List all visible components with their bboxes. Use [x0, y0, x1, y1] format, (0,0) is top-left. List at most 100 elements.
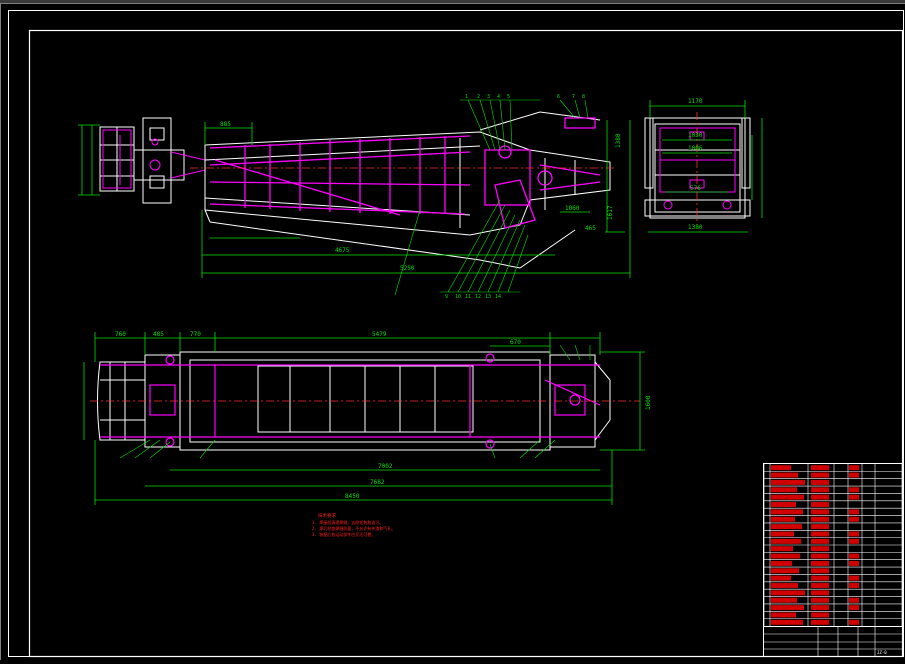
svg-text:13: 13: [485, 294, 491, 300]
drawing-number: JZ-0: [877, 650, 887, 655]
technical-notes[interactable]: 技术要求 1. 焊接前清理焊缝，去除毛刺和油污。 2. 焊后检查焊缝质量，不允许…: [312, 512, 395, 537]
end-elevation-view[interactable]: 1170 1030 1006 576 1380: [644, 98, 763, 233]
bill-of-materials-table[interactable]: [763, 463, 903, 627]
bom-spec-cell: [811, 619, 829, 625]
side-leader-lines: [394, 99, 589, 296]
bom-name-cell: [771, 538, 801, 544]
bom-qty-cell: [849, 538, 859, 544]
plan-view[interactable]: 760 485 770 5479 670 7002 7682 8450 1600: [83, 331, 652, 505]
plan-dim-left2: 485: [153, 331, 164, 338]
bom-spec-cell: [811, 472, 829, 478]
bom-name-cell: [771, 465, 791, 471]
side-dim-1617: 1617: [607, 205, 614, 220]
end-dim-inner-mid: 1006: [688, 145, 703, 152]
plan-dim-total1: 7002: [378, 463, 393, 470]
bom-name-cell: [771, 575, 791, 581]
svg-text:7: 7: [572, 94, 575, 100]
bom-name-cell: [771, 612, 796, 618]
side-left-end: [99, 117, 185, 204]
bom-spec-cell: [811, 509, 829, 515]
bom-name-cell: [771, 509, 803, 515]
side-dim-1060: 1060: [565, 205, 580, 212]
side-dim-4675: 4675: [335, 247, 350, 254]
side-balloons: 123 456 78 9 10 11 12 13 14: [445, 94, 585, 300]
svg-text:4: 4: [497, 94, 500, 100]
end-dim-top: 1170: [688, 98, 703, 105]
bom-spec-cell: [811, 502, 829, 507]
bom-qty-cell: [849, 605, 859, 611]
bom-spec-cell: [811, 524, 829, 530]
bom-spec-cell: [811, 516, 829, 522]
bom-spec-cell: [811, 560, 829, 566]
bom-spec-cell: [811, 605, 829, 611]
end-dim-inner-top: 1030: [688, 132, 703, 139]
plan-dim-right: 670: [510, 339, 521, 346]
bom-name-cell: [771, 516, 795, 522]
bom-name-cell: [771, 605, 804, 611]
plan-dim-left1: 760: [115, 331, 126, 338]
bom-spec-cell: [811, 538, 829, 544]
bom-qty-cell: [849, 509, 859, 515]
side-dim-465: 465: [585, 225, 596, 232]
side-main-body: [204, 111, 611, 236]
bom-qty-cell: [849, 494, 859, 500]
bom-name-cell: [771, 590, 805, 596]
bom-spec-cell: [811, 465, 829, 471]
bom-name-cell: [771, 502, 796, 507]
bom-spec-cell: [811, 479, 829, 485]
side-dim-1380: 1380: [615, 133, 622, 148]
svg-text:14: 14: [495, 294, 501, 300]
bom-spec-cell: [811, 494, 829, 500]
bom-name-cell: [771, 553, 800, 559]
bom-qty-cell: [849, 465, 859, 471]
bom-name-cell: [771, 472, 798, 478]
bom-qty-cell: [849, 553, 859, 559]
bom-qty-cell: [849, 531, 859, 537]
bom-spec-cell: [811, 531, 829, 537]
notes-line-3: 3. 装配后各运动部件应灵活可靠。: [312, 531, 375, 537]
end-dim-bottom: 1380: [688, 224, 703, 231]
side-dim-885: 885: [220, 121, 231, 128]
plan-dim-total3: 8450: [345, 493, 360, 500]
bom-qty-cell: [849, 516, 859, 522]
bom-name-cell: [771, 531, 794, 537]
bom-name-cell: [771, 494, 804, 500]
svg-text:3: 3: [487, 94, 490, 100]
svg-text:12: 12: [475, 294, 481, 300]
svg-text:1: 1: [465, 94, 468, 100]
svg-text:6: 6: [557, 94, 560, 100]
svg-text:11: 11: [465, 294, 471, 300]
svg-text:2: 2: [477, 94, 480, 100]
viewport-top-edge: [0, 0, 905, 3]
bom-name-cell: [771, 546, 793, 552]
plan-dim-left3: 770: [190, 331, 201, 338]
plan-dim-height: 1600: [645, 395, 652, 410]
side-frame-members: [209, 117, 601, 229]
bom-spec-cell: [811, 546, 829, 552]
bom-spec-cell: [811, 597, 829, 603]
bom-name-cell: [771, 487, 797, 493]
bom-qty-cell: [849, 487, 859, 493]
bom-name-cell: [771, 568, 799, 574]
end-dim-lower: 576: [690, 185, 701, 192]
bom-spec-cell: [811, 583, 829, 588]
bom-spec-cell: [811, 553, 829, 559]
title-block[interactable]: JZ-0: [763, 626, 903, 657]
bom-name-cell: [771, 597, 797, 603]
cad-drawing-canvas[interactable]: 123 456 78 9 10 11 12 13 14 885 4675 5250 10…: [0, 0, 905, 660]
notes-heading: 技术要求: [318, 512, 336, 519]
bom-qty-cell: [849, 597, 859, 603]
svg-text:5: 5: [507, 94, 510, 100]
bom-spec-cell: [811, 590, 829, 596]
bom-name-cell: [771, 583, 798, 588]
bom-name-cell: [771, 619, 803, 625]
plan-dim-total2: 7682: [370, 479, 385, 486]
bom-name-cell: [771, 560, 792, 566]
bom-spec-cell: [811, 612, 829, 618]
side-dim-5250: 5250: [400, 265, 415, 272]
bom-name-cell: [771, 479, 805, 485]
side-left-parts: [102, 129, 206, 189]
bom-qty-cell: [849, 575, 859, 581]
side-elevation-view[interactable]: 123 456 78 9 10 11 12 13 14 885 4675 5250 10…: [78, 94, 631, 300]
bom-qty-cell: [849, 619, 859, 625]
